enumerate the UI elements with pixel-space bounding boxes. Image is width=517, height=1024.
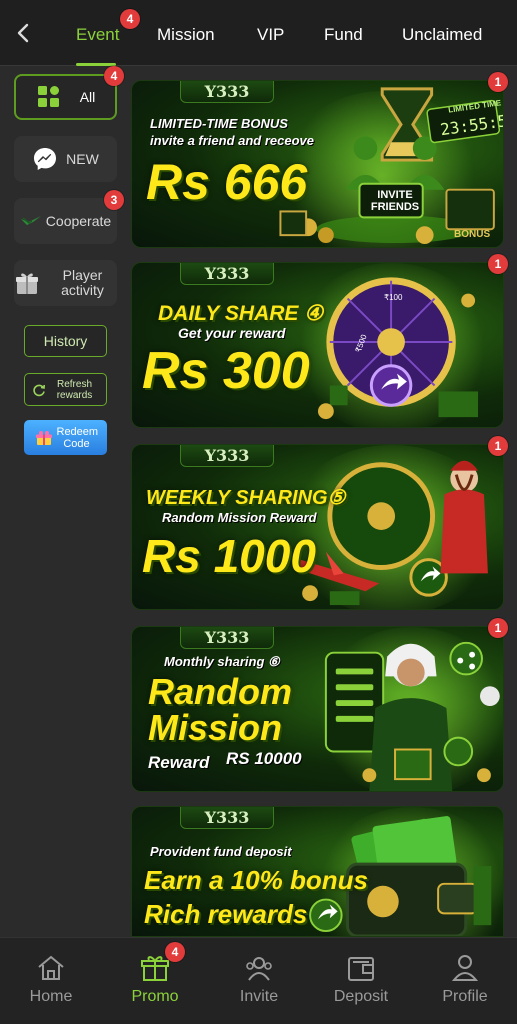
gift-icon [16,273,38,294]
profile-icon [451,955,479,981]
banner-amount: Rs 666 [146,154,308,210]
banner-line1: Provident fund deposit [150,844,292,859]
banner-line2: Earn a 10% bonus [144,865,368,895]
handshake-icon [20,216,41,225]
bottom-navigation: Home Promo 4 Invite Deposit Profile [0,937,517,1024]
banner-line2: Random Mission Reward [162,510,317,525]
sidebar-item-label: Player activity [61,267,104,298]
wheel-value-100: ₹100 [384,293,403,302]
sidebar-all-badge: 4 [104,66,124,86]
banner-line3: Mission [148,707,283,748]
nav-label: Promo [131,988,179,1005]
nav-label: Profile [442,988,488,1005]
wallet-icon [348,957,374,981]
tab-mission[interactable]: Mission [157,25,215,45]
messenger-icon [34,148,57,170]
banner-line1: LIMITED-TIME BONUS [150,116,288,131]
sidebar-item-label: Cooperate [45,212,112,229]
banner-line1: Monthly sharing ⑥ [164,654,280,669]
banner-badge: 1 [488,436,508,456]
banner-line4: Reward [148,753,210,772]
refresh-rewards-button[interactable]: Refresh rewards [24,373,107,406]
tab-event[interactable]: Event [76,25,119,45]
banner-provident-fund[interactable]: Y333 Provident fund deposit Earn a 10% b… [131,806,504,937]
banner-badge: 1 [488,72,508,92]
banner-daily-share[interactable]: Y333 DAILY SHARE ④ Get your reward Rs 30… [131,262,504,428]
brand-tag: Y333 [180,807,274,829]
nav-promo[interactable]: Promo [110,952,200,1006]
back-arrow-icon[interactable] [12,21,36,45]
invite-friends-label: INVITE FRIENDS [370,189,420,213]
refresh-icon [32,384,45,396]
banner-amount: RS 10000 [226,749,302,768]
nav-label: Deposit [333,988,389,1005]
nav-home[interactable]: Home [6,952,96,1006]
nav-profile[interactable]: Profile [420,952,510,1006]
banner-line3: Rich rewards [144,899,308,929]
brand-tag: Y333 [180,263,274,285]
history-button[interactable]: History [24,325,107,357]
redeem-gift-icon [35,430,52,445]
nav-label: Invite [239,988,279,1005]
brand-tag: Y333 [180,445,274,467]
nav-label: Home [29,988,73,1005]
banner-line2: Get your reward [178,325,286,341]
banner-badge: 1 [488,618,508,638]
sidebar-item-label: NEW [66,150,99,167]
banner-monthly-sharing[interactable]: Y333 Monthly sharing ⑥ Random Mission Re… [131,626,504,792]
tab-fund[interactable]: Fund [324,25,363,45]
sidebar-item-all[interactable]: All [14,74,117,120]
brand-tag: Y333 [180,81,274,103]
banner-weekly-sharing[interactable]: Y333 WEEKLY SHARING⑤ Random Mission Rewa… [131,444,504,610]
bonus-label: BONUS [454,229,491,240]
sidebar-item-label: All [79,88,96,105]
home-icon [38,955,64,980]
tab-event-badge: 4 [120,9,140,29]
redeem-code-button[interactable]: Redeem Code [24,420,107,455]
invite-icon [246,957,272,981]
banner-line2: invite a friend and receove [150,133,315,148]
banner-amount: Rs 1000 [142,530,316,582]
sidebar-cooperate-badge: 3 [104,190,124,210]
tab-unclaimed[interactable]: Unclaimed [402,25,482,45]
nav-promo-badge: 4 [165,942,185,962]
wheel-pilot-art [298,460,488,606]
top-tab-bar: Event 4 Mission VIP Fund Unclaimed [0,0,517,66]
grid-icon [37,86,59,107]
banner-badge: 1 [488,254,508,274]
brand-tag: Y333 [180,627,274,649]
banner-amount: Rs 300 [142,342,310,400]
refresh-rewards-label: Refresh rewards [56,378,93,401]
banner-line1: DAILY SHARE ④ [158,302,324,325]
tab-vip[interactable]: VIP [257,25,284,45]
banner-line1: WEEKLY SHARING⑤ [146,487,346,509]
nav-deposit[interactable]: Deposit [316,952,406,1006]
banner-limited-time-bonus[interactable]: Y333 LIMITED-TIME BONUS invite a friend … [131,80,504,248]
sidebar-item-cooperate[interactable]: Cooperate [14,198,117,244]
sidebar-item-player-activity[interactable]: Player activity [14,260,117,306]
nav-invite[interactable]: Invite [214,952,304,1006]
sidebar-item-new[interactable]: NEW [14,136,117,182]
redeem-code-label: Redeem Code [56,425,99,450]
